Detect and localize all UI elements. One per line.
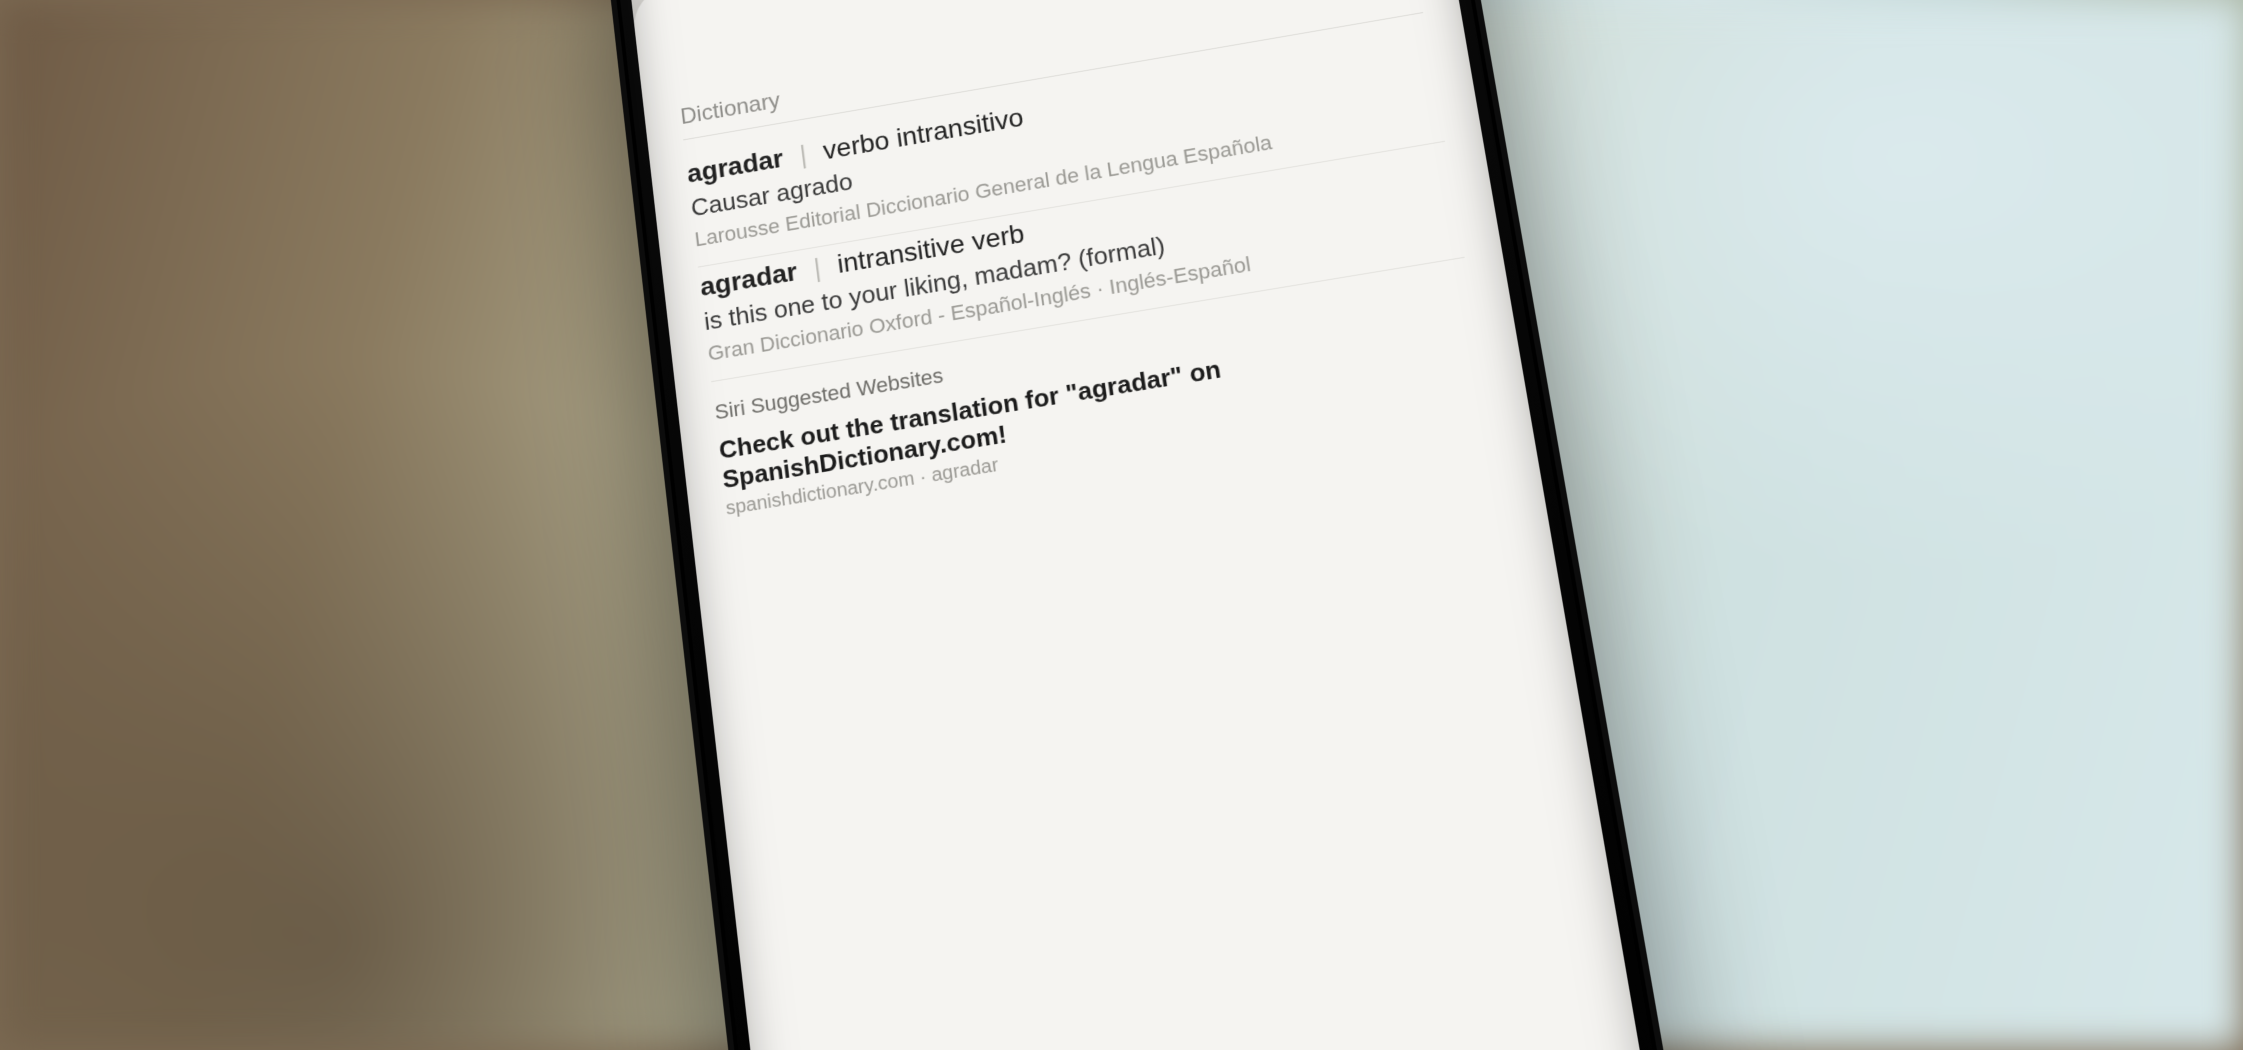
dictionary-section: Dictionary agradar | verbo intransitivo … [644, 0, 1526, 526]
photo-scene: 09:41 What is the difference between the… [0, 0, 2243, 1050]
separator: | [802, 251, 831, 284]
separator: | [788, 138, 817, 170]
